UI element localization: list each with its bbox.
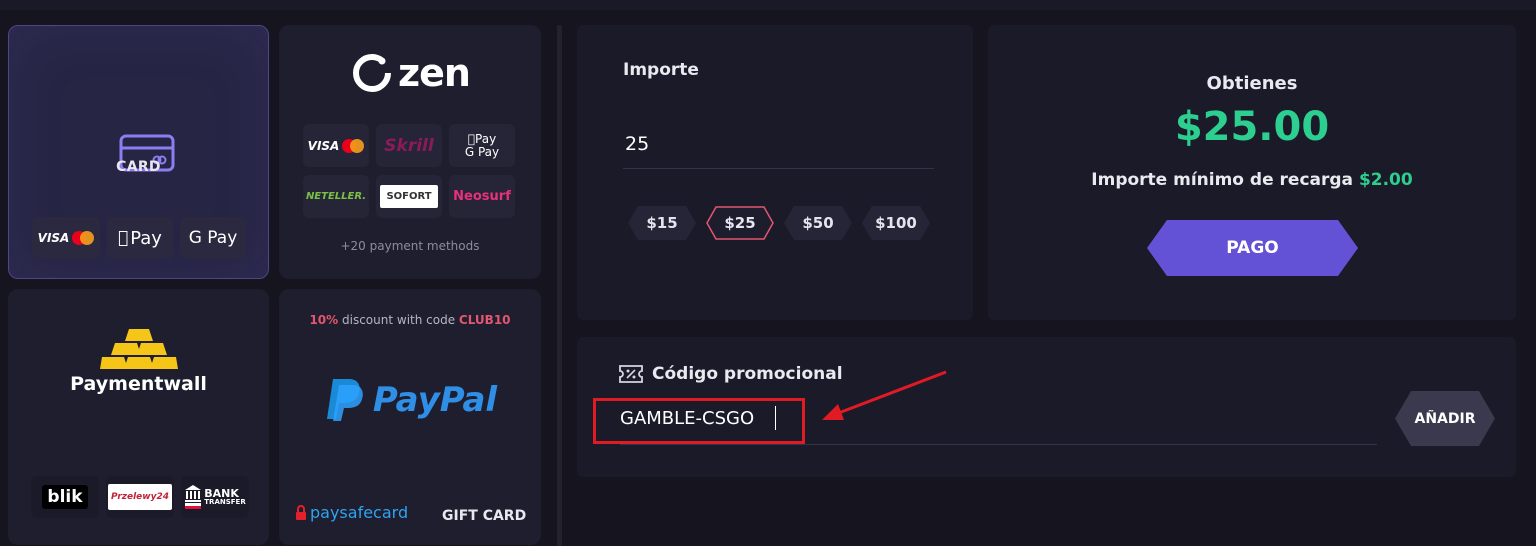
google-pay-text: G Pay <box>188 228 238 248</box>
zen-visa-chip: VISA <box>303 124 369 167</box>
przelewy24-chip: Przelewy24 <box>106 476 174 518</box>
discount-code: CLUB10 <box>458 313 511 327</box>
min-recharge-label: Importe mínimo de recarga <box>1091 170 1354 190</box>
przelewy24-logo: Przelewy24 <box>108 484 172 510</box>
amount-underline <box>623 168 934 169</box>
discount-percent: 10% <box>309 313 339 327</box>
visa-text: VISA <box>307 138 340 153</box>
blik-chip: blik <box>31 476 99 518</box>
payment-method-card[interactable]: CARD VISA  Pay G Pay <box>8 25 269 279</box>
summary-total: $25.00 <box>1174 104 1330 150</box>
visa-text: VISA <box>37 231 70 245</box>
scrollbar[interactable] <box>557 25 562 546</box>
preset-100[interactable]: $100 <box>862 206 930 240</box>
sofort-logo: SOFORT <box>380 185 438 208</box>
card-label: CARD <box>116 159 161 175</box>
google-pay-chip: G Pay <box>180 217 246 259</box>
amount-value: 25 <box>625 133 650 155</box>
amount-input[interactable]: 25 <box>623 130 934 168</box>
skrill-chip: Skrill <box>376 124 442 167</box>
payment-method-paymentwall[interactable]: Paymentwall blik Przelewy24 BANK TRANSFE… <box>8 289 269 545</box>
apple-pay-chip:  Pay <box>107 217 173 259</box>
bank-icon <box>185 485 202 509</box>
promo-label: Código promocional <box>652 364 843 384</box>
neteller-chip: NETELLER. <box>303 175 369 218</box>
paymentwall-logo: Paymentwall <box>70 373 207 395</box>
apple-pay-text-wrap: Pay <box>468 133 496 146</box>
mastercard-icon <box>342 138 365 153</box>
sofort-chip: SOFORT <box>376 175 442 218</box>
apple-pay-text: Pay <box>471 131 496 146</box>
visa-mastercard-chip: VISA <box>32 217 100 259</box>
pay-button[interactable]: PAGO <box>1147 220 1358 276</box>
gold-bars-icon <box>100 329 178 369</box>
zen-logo: zen <box>279 51 541 95</box>
paypal-icon <box>326 379 363 421</box>
apple-icon:  <box>118 228 128 248</box>
highlight-box <box>593 398 805 444</box>
payment-method-paypal[interactable]: 10% discount with code CLUB10 PayPal pay… <box>279 289 541 545</box>
add-promo-button[interactable]: AÑADIR <box>1395 391 1495 446</box>
skrill-logo: Skrill <box>384 135 434 156</box>
bank-transfer-chip: BANK TRANSFER <box>181 476 249 518</box>
amount-label: Importe <box>623 60 699 80</box>
paysafecard-text: paysafecard <box>310 503 409 522</box>
zen-more-methods: +20 payment methods <box>340 239 480 253</box>
apple-pay-text: Pay <box>125 227 162 249</box>
promo-underline <box>620 444 1377 445</box>
paysafecard-logo: paysafecard <box>295 503 408 522</box>
neosurf-logo: Neosurf <box>453 189 511 204</box>
paypal-logo: PayPal <box>279 377 541 423</box>
preset-15[interactable]: $15 <box>628 206 696 240</box>
zen-logo-text: zen <box>398 51 471 95</box>
paypal-logo-text: PayPal <box>372 380 498 420</box>
gift-card-label: GIFT CARD <box>442 508 527 524</box>
min-recharge-value: $2.00 <box>1358 170 1413 190</box>
neteller-logo: NETELLER. <box>305 191 367 202</box>
transfer-text: TRANSFER <box>204 498 246 506</box>
top-bar <box>0 0 1536 10</box>
min-recharge-text: Importe mínimo de recarga $2.00 <box>988 170 1516 190</box>
annotation-arrow <box>822 370 947 420</box>
mastercard-icon <box>72 231 95 245</box>
payment-method-zen[interactable]: zen VISA Skrill Pay G Pay NETELLER. SOF… <box>279 25 541 279</box>
blik-logo: blik <box>42 485 88 509</box>
lock-icon <box>296 504 306 520</box>
preset-50[interactable]: $50 <box>784 206 852 240</box>
summary-label: Obtienes <box>1206 73 1298 94</box>
preset-25[interactable]: $25 <box>706 206 774 240</box>
neosurf-chip: Neosurf <box>449 175 515 218</box>
coupon-icon <box>619 365 643 383</box>
paypal-discount-text: 10% discount with code CLUB10 <box>279 313 541 327</box>
zen-logo-icon <box>353 54 392 92</box>
google-pay-text: G Pay <box>464 144 500 159</box>
bank-transfer-text: BANK TRANSFER <box>204 488 245 506</box>
apple-google-pay-chip: Pay G Pay <box>449 124 515 167</box>
discount-text: discount with code <box>338 313 459 327</box>
